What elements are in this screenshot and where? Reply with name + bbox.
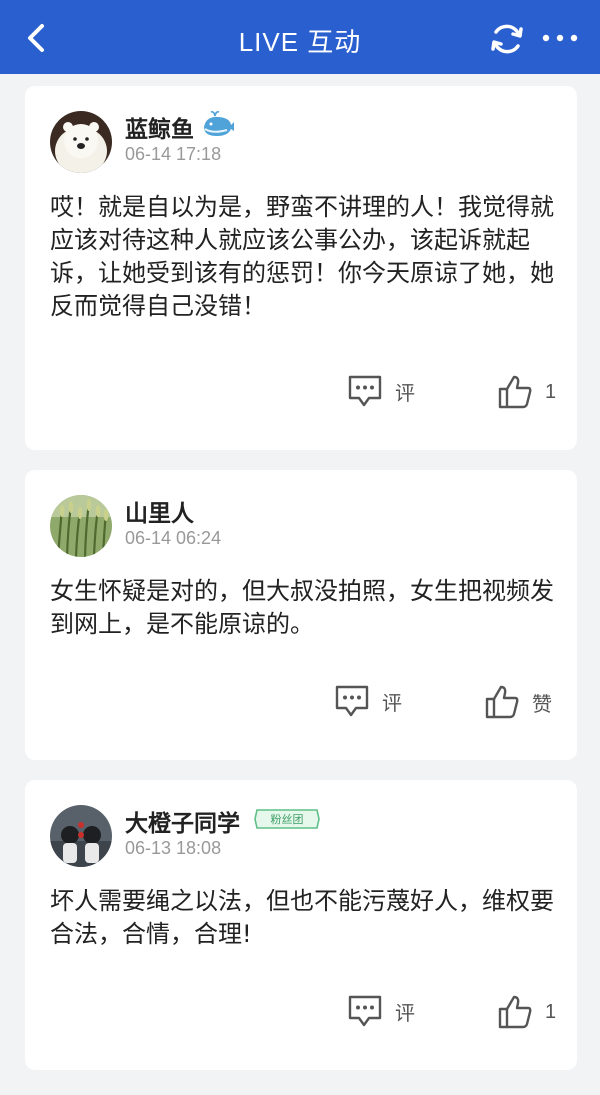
reply-button[interactable]: 评 bbox=[334, 684, 402, 718]
like-count: 1 bbox=[545, 1000, 557, 1023]
avatar[interactable] bbox=[50, 805, 112, 867]
comment-card: 大橙子同学 粉丝团 06-13 18:08 坏人需要绳之以法，但也不能污蔑好人，… bbox=[25, 780, 577, 1070]
author-name[interactable]: 蓝鲸鱼 bbox=[125, 110, 194, 144]
reply-label: 评 bbox=[382, 692, 402, 715]
reply-button[interactable]: 评 bbox=[347, 374, 415, 408]
comment-icon bbox=[335, 685, 369, 717]
thumbs-up-icon bbox=[498, 995, 532, 1029]
like-label: 赞 bbox=[532, 693, 552, 716]
like-button[interactable]: 1 bbox=[497, 994, 556, 1030]
comment-text: 女生怀疑是对的，但大叔没拍照，女生把视频发到网上，是不能原谅的。 bbox=[50, 577, 554, 638]
like-button[interactable]: 赞 bbox=[484, 684, 552, 720]
whale-icon bbox=[204, 111, 234, 136]
comment-text: 坏人需要绳之以法，但也不能污蔑好人，维权要合法，合情，合理! bbox=[50, 887, 554, 948]
comment-icon bbox=[348, 995, 382, 1027]
reply-label: 评 bbox=[395, 382, 415, 405]
avatar[interactable] bbox=[50, 495, 112, 557]
more-icon bbox=[542, 34, 578, 42]
avatar[interactable] bbox=[50, 111, 112, 173]
thumbs-up-icon bbox=[498, 375, 532, 409]
like-button[interactable]: 1 bbox=[497, 374, 556, 410]
fan-club-badge: 粉丝团 bbox=[254, 809, 320, 829]
comment-time: 06-14 06:24 bbox=[125, 528, 222, 548]
comment-time: 06-13 18:08 bbox=[125, 838, 222, 858]
comment-card: 蓝鲸鱼 06-14 17:18 哎！就是自以为是，野蛮不讲理的人！我觉得就应该对… bbox=[25, 86, 577, 450]
author-name[interactable]: 大橙子同学 bbox=[125, 804, 240, 838]
comment-icon bbox=[348, 375, 382, 407]
thumbs-up-icon bbox=[485, 685, 519, 719]
refresh-button[interactable] bbox=[488, 20, 526, 58]
svg-text:粉丝团: 粉丝团 bbox=[271, 813, 304, 826]
comment-card: 山里人 06-14 06:24 女生怀疑是对的，但大叔没拍照，女生把视频发到网上… bbox=[25, 470, 577, 760]
refresh-icon bbox=[491, 24, 523, 54]
comment-text: 哎！就是自以为是，野蛮不讲理的人！我觉得就应该对待这种人就应该公事公办，该起诉就… bbox=[50, 193, 554, 320]
like-count: 1 bbox=[545, 380, 557, 403]
reply-label: 评 bbox=[395, 1002, 415, 1025]
reply-button[interactable]: 评 bbox=[347, 994, 415, 1028]
top-bar: LIVE 互动 bbox=[0, 0, 600, 74]
more-button[interactable] bbox=[540, 30, 580, 46]
author-name[interactable]: 山里人 bbox=[125, 494, 194, 528]
comment-time: 06-14 17:18 bbox=[125, 144, 222, 164]
